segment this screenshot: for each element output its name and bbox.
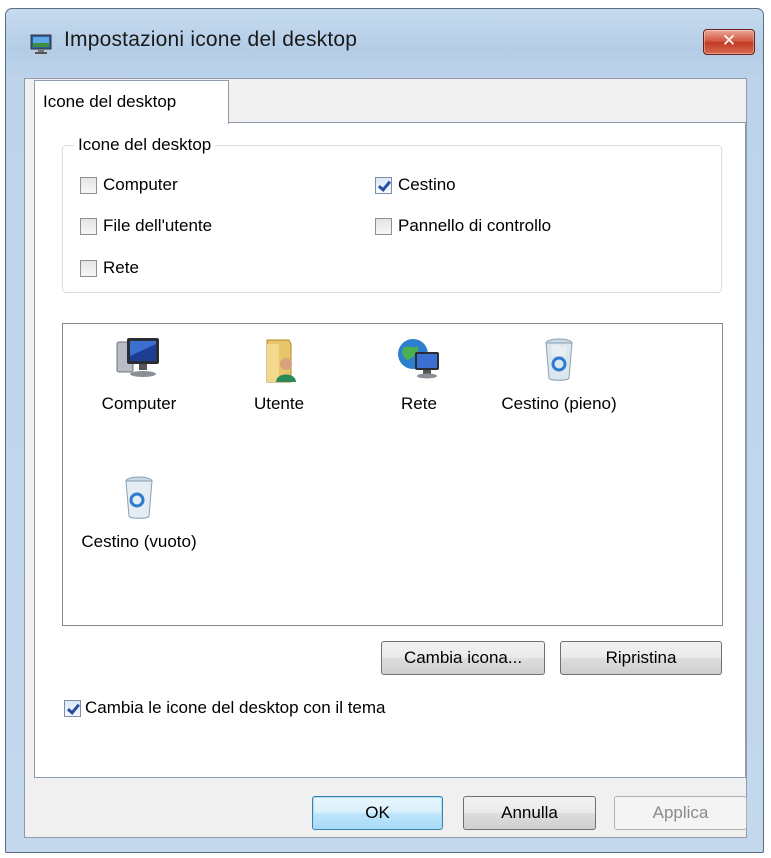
checkbox-label: File dell'utente (103, 216, 213, 235)
checkbox-box[interactable] (80, 259, 97, 277)
change-icon-button[interactable]: Cambia icona... (381, 641, 545, 675)
icon-label: Cestino (vuoto) (81, 532, 197, 551)
checkbox-label: Rete (103, 258, 139, 277)
network-globe-icon (398, 339, 439, 379)
checkbox-label: Pannello di controllo (398, 216, 552, 235)
checkbox-change-with-theme[interactable]: Cambia le icone del desktop con il tema (64, 698, 386, 718)
checkbox-computer[interactable]: Computer (80, 175, 178, 195)
checkbox-box[interactable] (64, 699, 81, 717)
icon-item-recycle-empty[interactable]: Cestino (vuoto) (69, 472, 209, 552)
icon-list[interactable]: Computer Utente Rete Cestino (pieno) Ces… (62, 323, 723, 626)
checkbox-label: Cestino (398, 175, 456, 194)
checkbox-network[interactable]: Rete (80, 258, 139, 278)
checkbox-box[interactable] (80, 176, 97, 194)
desktop-app-icon (30, 34, 52, 54)
tab-desktop-icons[interactable]: Icone del desktop (34, 80, 229, 124)
checkbox-box[interactable] (375, 217, 392, 235)
icon-item-network[interactable]: Rete (349, 334, 489, 414)
ok-button[interactable]: OK (312, 796, 443, 830)
restore-button[interactable]: Ripristina (560, 641, 722, 675)
checkbox-user-files[interactable]: File dell'utente (80, 216, 212, 236)
icon-item-recycle-full[interactable]: Cestino (pieno) (489, 334, 629, 414)
checkbox-box[interactable] (80, 217, 97, 235)
cancel-button[interactable]: Annulla (463, 796, 596, 830)
icon-label: Rete (401, 394, 437, 413)
close-icon: ✕ (721, 31, 737, 51)
icon-item-user[interactable]: Utente (209, 334, 349, 414)
icon-item-computer[interactable]: Computer (69, 334, 209, 414)
apply-button: Applica (614, 796, 747, 830)
icon-label: Computer (101, 394, 177, 413)
tab-label: Icone del desktop (43, 92, 177, 111)
title-bar[interactable]: Impostazioni icone del desktop ✕ (6, 9, 763, 73)
window-title: Impostazioni icone del desktop (64, 28, 358, 51)
recycle-bin-empty-icon (125, 476, 153, 519)
checkbox-label: Computer (103, 175, 178, 194)
checkbox-cestino[interactable]: Cestino (375, 175, 456, 195)
icon-label: Cestino (pieno) (501, 394, 617, 413)
recycle-bin-full-icon (545, 338, 573, 381)
computer-icon (116, 338, 159, 377)
close-button[interactable]: ✕ (703, 29, 755, 55)
checkbox-box[interactable] (375, 176, 392, 194)
checkbox-control-panel[interactable]: Pannello di controllo (375, 216, 551, 236)
group-legend: Icone del desktop (74, 135, 216, 155)
icon-label: Utente (253, 394, 305, 413)
user-folder-icon (266, 339, 296, 383)
checkbox-label: Cambia le icone del desktop con il tema (85, 698, 386, 717)
